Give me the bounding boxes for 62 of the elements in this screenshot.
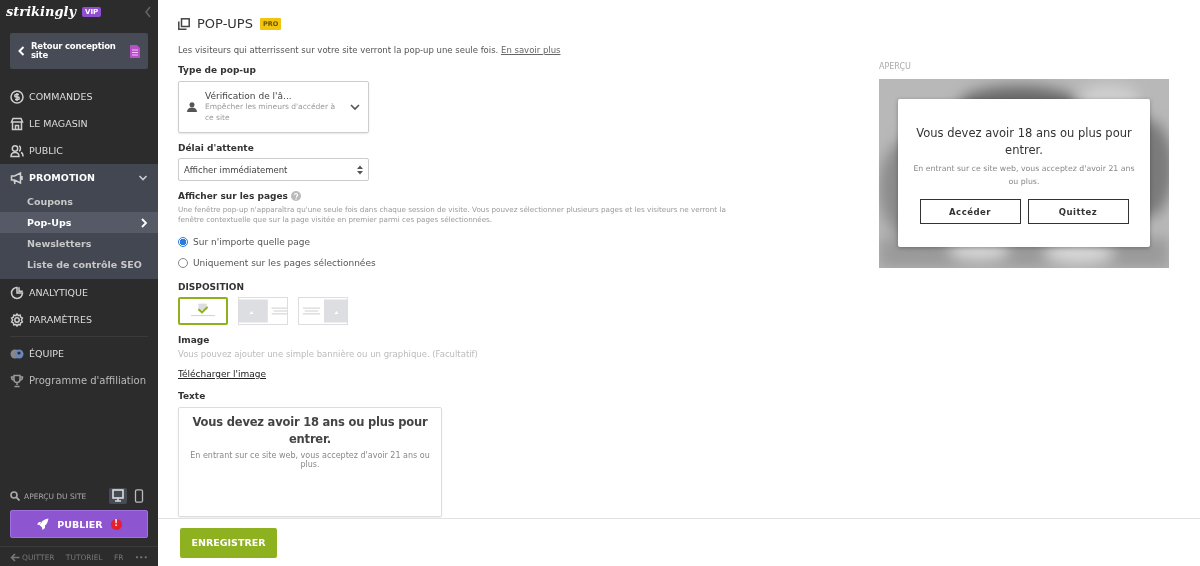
nav-item[interactable]: ÉQUIPE xyxy=(0,340,158,367)
nav-item[interactable]: ANALYTIQUE xyxy=(0,279,158,306)
nav-item[interactable]: Programme d'affiliation xyxy=(0,367,158,394)
preview-label: APERÇU xyxy=(879,62,912,71)
text-editor[interactable]: Vous devez avoir 18 ans ou plus pour entrer. En entrant sur ce site web, vous acceptez d'avoir 21 ans ou plus. xyxy=(178,406,442,517)
gear-icon xyxy=(10,312,24,327)
publish-button[interactable]: PUBLIER ! xyxy=(10,510,148,538)
hint-text: Vous pouvez ajouter une simple bannière ou un graphique. (Facultatif) xyxy=(178,348,479,359)
pie-chart-icon xyxy=(10,285,24,300)
field-label: Délai d'attente xyxy=(178,143,255,153)
radio-label[interactable]: Sur n'importe quelle page xyxy=(193,237,311,248)
search-icon xyxy=(10,491,20,501)
layout-option[interactable] xyxy=(178,296,228,325)
chevron-right-icon xyxy=(140,217,148,228)
editor-heading: Vous devez avoir 18 ans ou plus pour entrer. xyxy=(191,413,429,448)
editor-body: En entrant sur ce site web, vous acceptez d'avoir 21 ans ou plus. xyxy=(189,451,431,470)
popup-heading: Vous devez avoir 18 ans ou plus pour entrer. xyxy=(915,125,1133,159)
submenu-item[interactable]: Coupons xyxy=(0,191,158,212)
logo-wordmark: strikingly xyxy=(6,4,77,19)
layout-thumbnail xyxy=(239,298,287,323)
upload-image-link[interactable]: Télécharger l'image xyxy=(178,368,267,379)
nav-item[interactable]: COMMANDES xyxy=(0,83,158,110)
popup-button[interactable]: Quittez xyxy=(1027,199,1129,225)
field-label: Image xyxy=(178,334,211,345)
nav-item[interactable]: PARAMÈTRES xyxy=(0,306,158,333)
field-label: Type de pop-up xyxy=(178,65,257,75)
document-icon xyxy=(130,44,140,58)
radio-label[interactable]: Uniquement sur les pages sélectionnées xyxy=(193,258,376,269)
rocket-icon xyxy=(36,517,50,531)
intro-text: Les visiteurs qui atterrissent sur votre site verront la pop-up une seule fois. En savoir plus xyxy=(178,45,562,55)
person-icon xyxy=(187,102,197,112)
people-icon xyxy=(10,143,24,158)
chevron-down-icon xyxy=(350,103,360,111)
delay-select[interactable]: Afficher immédiatement xyxy=(178,158,369,181)
stepper-icon xyxy=(357,164,363,175)
trophy-icon xyxy=(10,373,24,388)
phone-icon xyxy=(134,489,144,503)
arrow-left-icon xyxy=(10,553,20,562)
popup-button[interactable]: Accéder xyxy=(919,199,1021,225)
field-label: Texte xyxy=(178,390,207,401)
dollar-icon xyxy=(10,89,24,104)
popup-icon xyxy=(178,17,190,30)
page-title: POP-UPS xyxy=(197,16,253,31)
store-icon xyxy=(10,116,24,131)
radio-button[interactable] xyxy=(178,237,188,248)
monitor-icon xyxy=(112,489,124,503)
learn-more-link[interactable]: En savoir plus xyxy=(501,45,561,55)
nav-item[interactable]: PROMOTION xyxy=(0,164,158,191)
nav-item[interactable]: LE MAGASIN xyxy=(0,110,158,137)
megaphone-icon xyxy=(10,170,24,185)
nav-item[interactable]: PUBLIC xyxy=(0,137,158,164)
desktop-view-button[interactable] xyxy=(109,488,127,504)
field-label: Afficher sur les pages xyxy=(178,191,288,201)
submenu-item[interactable]: Pop-Ups xyxy=(0,212,158,233)
chevron-left-icon xyxy=(18,46,25,56)
collapse-icon xyxy=(144,5,152,18)
alert-badge: ! xyxy=(110,518,122,530)
submenu-item[interactable]: Liste de contrôle SEO xyxy=(0,254,158,275)
help-icon xyxy=(290,191,301,201)
back-button[interactable]: Retour conception site xyxy=(10,33,148,69)
submenu-item[interactable]: Newsletters xyxy=(0,233,158,254)
section-label: DISPOSITION xyxy=(178,281,246,292)
